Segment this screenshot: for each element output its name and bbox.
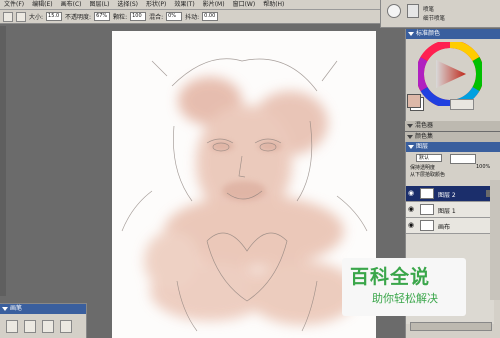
brush-preset-button[interactable] <box>3 11 13 22</box>
composite-method-select[interactable]: 默认 <box>416 154 442 162</box>
menu-edit[interactable]: 编辑(E) <box>28 0 56 9</box>
menu-movie[interactable]: 影片(M) <box>199 0 229 9</box>
grain-label: 颗粒: <box>113 14 128 21</box>
brush-dab-button[interactable] <box>16 11 26 22</box>
brush-panel: 画笔 <box>0 303 87 338</box>
blender-brush-icon[interactable] <box>60 320 72 333</box>
brush-panel-title-text: 画笔 <box>10 305 23 312</box>
layer-thumbnail <box>420 204 434 215</box>
visibility-eye-icon[interactable]: ◉ <box>408 190 415 197</box>
color-wheel-icon[interactable] <box>418 42 482 106</box>
artwork <box>121 58 368 332</box>
brush-panel-title[interactable]: 画笔 <box>0 304 86 314</box>
bleed-field[interactable]: 0.00 <box>202 12 219 21</box>
layer-name: 画布 <box>438 224 451 231</box>
layer-panel-title[interactable]: 图层 <box>406 142 500 152</box>
brush-category-label: 喷笔 <box>423 7 435 13</box>
mixer-panel-title[interactable]: 混色器 <box>405 121 500 131</box>
collapse-triangle-icon[interactable] <box>408 32 414 36</box>
size-label: 大小: <box>29 14 44 21</box>
menu-window[interactable]: 窗口(W) <box>229 0 260 9</box>
property-bar: 大小: 15.0 不透明度: 67% 颗粒: 100 混合: 0% 抖动: 0.… <box>0 10 380 24</box>
layer-thumbnail <box>420 188 434 199</box>
layer-row-canvas[interactable]: ◉ 画布 <box>406 218 494 234</box>
composite-depth-select[interactable] <box>450 154 476 164</box>
layer-thumbnail <box>420 220 434 231</box>
preserve-transparency-label[interactable]: 保持透明度 <box>410 164 435 171</box>
layer-panel-title-text: 图层 <box>416 143 429 150</box>
layer-row-1[interactable]: ◉ 图层 1 <box>406 202 494 218</box>
layer-scrollbar[interactable] <box>490 180 500 300</box>
menu-shapes[interactable]: 形状(P) <box>142 0 170 9</box>
layer-name: 图层 1 <box>438 208 456 215</box>
mixer-title-text: 混色器 <box>415 122 434 129</box>
layer-opacity-value: 100% <box>476 164 491 170</box>
visibility-eye-icon[interactable]: ◉ <box>408 222 415 229</box>
pen-brush-icon[interactable] <box>24 320 36 333</box>
collapse-triangle-icon[interactable] <box>2 307 8 311</box>
expand-triangle-icon[interactable] <box>407 124 413 128</box>
expand-triangle-icon[interactable] <box>407 135 413 139</box>
brush-variant-icon[interactable] <box>407 4 419 18</box>
color-panel-title[interactable]: 标准颜色 <box>406 29 500 39</box>
color-sets-title[interactable]: 颜色集 <box>405 132 500 142</box>
watermark-subtitle: 助你轻松解决 <box>372 292 438 305</box>
main-color-swatch[interactable] <box>407 94 421 108</box>
menu-layers[interactable]: 图层(L) <box>86 0 114 9</box>
color-panel-title-text: 标准颜色 <box>416 30 441 37</box>
bleed-label: 抖动: <box>185 14 200 21</box>
menu-canvas[interactable]: 画布(C) <box>57 0 86 9</box>
brush-selector[interactable]: 喷笔 细节喷笔 <box>380 0 500 28</box>
layer-panel-footer <box>410 322 492 331</box>
mixer-panels: 混色器 颜色集 <box>405 121 500 142</box>
menu-help[interactable]: 帮助(H) <box>259 0 288 9</box>
watermark: 百科全说 助你轻松解决 <box>342 258 466 316</box>
grain-field[interactable]: 100 <box>130 12 147 21</box>
menu-effects[interactable]: 效果(T) <box>170 0 198 9</box>
blend-label: 混合: <box>149 14 164 21</box>
collapse-triangle-icon[interactable] <box>408 145 414 149</box>
brush-variant-label: 细节喷笔 <box>423 16 446 22</box>
menu-select[interactable]: 选择(S) <box>114 0 143 9</box>
color-panel: 标准颜色 <box>405 29 500 121</box>
brush-category-icon[interactable] <box>387 4 401 18</box>
pick-up-underlying-label[interactable]: 从下层拾取颜色 <box>410 171 445 178</box>
layer-row-2[interactable]: ◉ 图层 2 <box>406 186 494 202</box>
size-field[interactable]: 15.0 <box>46 12 63 21</box>
pencil-brush-icon[interactable] <box>6 320 18 333</box>
opacity-field[interactable]: 67% <box>94 12 111 21</box>
opacity-label: 不透明度: <box>65 14 92 21</box>
airbrush-icon[interactable] <box>42 320 54 333</box>
watermark-logo: 百科全说 <box>350 266 431 288</box>
menu-file[interactable]: 文件(F) <box>0 0 28 9</box>
layer-name: 图层 2 <box>438 192 456 199</box>
visibility-eye-icon[interactable]: ◉ <box>408 206 415 213</box>
left-gutter <box>0 26 6 296</box>
blend-field[interactable]: 0% <box>166 12 183 21</box>
color-sets-title-text: 颜色集 <box>415 133 434 140</box>
drawing-canvas[interactable] <box>112 31 376 338</box>
hsv-toggle[interactable] <box>450 99 474 110</box>
